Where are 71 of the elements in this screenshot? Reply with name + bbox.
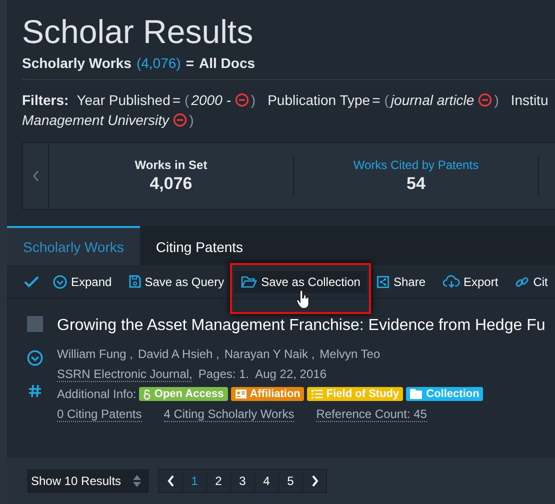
filter-value: 2000 - bbox=[191, 92, 231, 108]
filter-field: Institu bbox=[510, 92, 548, 108]
metric-link[interactable]: 0 Citing Patents bbox=[57, 406, 142, 422]
equals-sign: = bbox=[172, 92, 181, 108]
chevron-circle-icon bbox=[53, 274, 67, 288]
share-icon bbox=[377, 276, 390, 288]
folder-icon bbox=[241, 276, 258, 288]
equals-sign: = bbox=[186, 55, 194, 71]
filters-label: Filters: bbox=[22, 92, 69, 108]
open-parenthesis: ( bbox=[184, 92, 190, 108]
remove-filter-icon[interactable] bbox=[234, 93, 249, 108]
toolbar-button[interactable]: Save as Collection bbox=[234, 270, 368, 292]
author-link[interactable]: Melvyn Teo bbox=[320, 347, 380, 361]
page-button[interactable]: 1 bbox=[183, 470, 207, 492]
page-button[interactable]: 2 bbox=[207, 470, 231, 492]
toolbar-button[interactable]: Cit bbox=[508, 270, 555, 292]
result-title[interactable]: Growing the Asset Management Franchise: Evidence from Hedge Fu bbox=[57, 316, 546, 336]
select-all-checkbox[interactable] bbox=[24, 276, 39, 288]
close-parenthesis: ) bbox=[250, 92, 256, 108]
filter-field: Year Published bbox=[76, 92, 170, 108]
result-count: (4,076) bbox=[136, 55, 181, 71]
pages-text: Pages: 1. bbox=[198, 367, 250, 381]
toolbar-button[interactable]: Export bbox=[436, 270, 506, 292]
stat-label: Works in Set bbox=[134, 158, 208, 172]
previous-page-button[interactable] bbox=[159, 470, 183, 492]
tab[interactable]: Scholarly Works bbox=[7, 226, 140, 265]
sort-arrows-icon bbox=[133, 475, 141, 487]
equals-sign: = bbox=[372, 92, 380, 108]
toolbar-button[interactable]: Save as Query bbox=[122, 270, 232, 292]
toolbar-button[interactable]: Share bbox=[370, 270, 432, 292]
tab[interactable]: Citing Patents bbox=[140, 226, 260, 265]
metric-link[interactable]: 4 Citing Scholarly Works bbox=[164, 406, 294, 422]
close-parenthesis: ) bbox=[189, 112, 194, 128]
publication-date: Aug 22, 2016 bbox=[255, 367, 326, 381]
close-parenthesis: ) bbox=[494, 92, 499, 108]
author-link[interactable]: Narayan Y Naik , bbox=[224, 347, 315, 361]
chevron-left-icon[interactable] bbox=[32, 170, 38, 182]
remove-filter-icon[interactable] bbox=[478, 93, 492, 108]
query-value: All Docs bbox=[199, 55, 256, 71]
toolbar-button[interactable]: Expand bbox=[46, 270, 119, 292]
author-link[interactable]: William Fung , bbox=[57, 347, 134, 361]
page-title: Scholar Results bbox=[22, 12, 254, 47]
chevron-left-icon bbox=[166, 475, 174, 487]
stat-link[interactable]: Works Cited by Patents bbox=[353, 158, 479, 172]
open-parenthesis: ( bbox=[384, 92, 389, 108]
link-icon bbox=[515, 274, 530, 288]
remove-filter-icon[interactable] bbox=[173, 113, 188, 128]
lock-icon bbox=[143, 388, 152, 400]
query-label: Scholarly Works bbox=[22, 55, 132, 71]
page-button[interactable]: 3 bbox=[231, 470, 255, 492]
id-card-icon bbox=[234, 389, 247, 399]
filter-field: Publication Type bbox=[268, 92, 370, 108]
journal-link[interactable]: SSRN Electronic Journal, bbox=[57, 366, 192, 382]
author-link[interactable]: David A Hsieh , bbox=[138, 347, 220, 361]
checkbox[interactable] bbox=[27, 316, 43, 332]
list-icon bbox=[311, 389, 324, 399]
stat-value: 54 bbox=[406, 174, 426, 194]
cloud-download-icon bbox=[442, 275, 460, 288]
page-button[interactable]: 5 bbox=[279, 470, 303, 492]
filter-value: Management University bbox=[22, 112, 170, 128]
page-button[interactable]: 4 bbox=[255, 470, 279, 492]
info-label: Additional Info: bbox=[57, 387, 136, 401]
folder-icon bbox=[410, 389, 424, 399]
stat-value: 4,076 bbox=[150, 174, 192, 194]
page-size-select[interactable]: Show 10 Results bbox=[27, 469, 149, 493]
hash-icon bbox=[28, 384, 42, 398]
chevron-right-icon bbox=[310, 475, 318, 487]
filter-value: journal article bbox=[390, 92, 474, 108]
metric-link[interactable]: Reference Count: 45 bbox=[316, 406, 427, 422]
next-page-button[interactable] bbox=[303, 470, 326, 492]
chevron-circle-icon[interactable] bbox=[27, 350, 43, 366]
